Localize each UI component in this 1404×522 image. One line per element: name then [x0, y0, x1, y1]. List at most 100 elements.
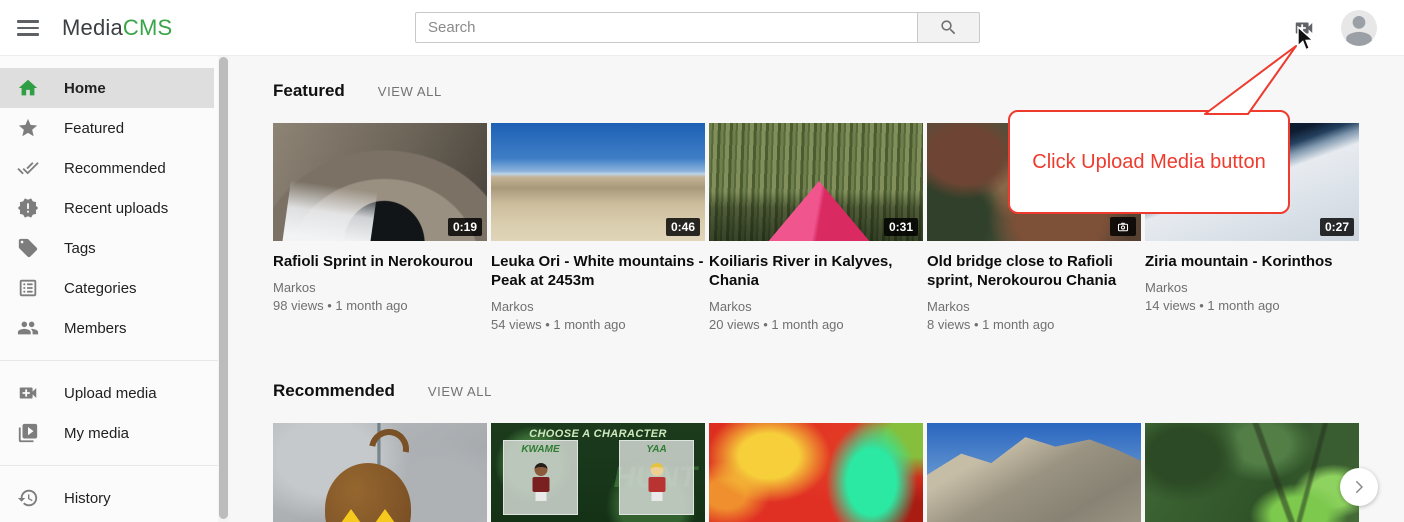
video-meta: 20 views • 1 month ago — [709, 316, 923, 334]
video-author[interactable]: Markos — [1145, 279, 1359, 297]
sidebar-item-label: Featured — [64, 120, 124, 137]
duration-badge: 0:46 — [666, 218, 700, 236]
sidebar-item-label: Recommended — [64, 160, 166, 177]
sidebar-item-label: Home — [64, 80, 106, 97]
menu-button[interactable] — [14, 15, 42, 41]
chevron-right-icon — [1350, 478, 1368, 496]
video-thumbnail-game[interactable]: CHOOSE A CHARACTER HUNT KWAME Selected Y… — [491, 423, 705, 522]
character-sprite — [648, 463, 665, 501]
video-card[interactable]: CHOOSE A CHARACTER HUNT KWAME Selected Y… — [491, 423, 705, 522]
hamburger-icon — [17, 20, 39, 23]
sidebar-item-featured[interactable]: Featured — [0, 108, 214, 148]
upload-media-icon — [17, 382, 39, 404]
video-meta: 98 views • 1 month ago — [273, 297, 487, 315]
video-card[interactable]: 0:31 Koiliaris River in Kalyves, Chania … — [709, 123, 923, 334]
person-icon — [1341, 10, 1377, 46]
sidebar-item-history[interactable]: History — [0, 478, 214, 518]
video-meta: 8 views • 1 month ago — [927, 316, 1141, 334]
members-icon — [17, 317, 39, 339]
new-releases-icon — [17, 197, 39, 219]
sidebar-item-label: History — [64, 490, 111, 507]
video-author[interactable]: Markos — [927, 298, 1141, 316]
sidebar-item-label: My media — [64, 425, 129, 442]
sidebar-item-categories[interactable]: Categories — [0, 268, 214, 308]
video-title[interactable]: Ziria mountain - Korinthos — [1145, 252, 1359, 271]
search-input[interactable] — [415, 12, 917, 43]
my-media-icon — [17, 422, 39, 444]
sidebar-item-label: Recent uploads — [64, 200, 168, 217]
magnifier-icon — [939, 18, 958, 37]
brand-prefix: Media — [62, 15, 123, 41]
carousel-next-button[interactable] — [1340, 468, 1378, 506]
sidebar-item-tags[interactable]: Tags — [0, 228, 214, 268]
section-title: Recommended — [273, 381, 395, 401]
video-thumbnail-waterfall[interactable]: 0:19 — [273, 123, 487, 241]
sidebar-item-members[interactable]: Members — [0, 308, 214, 348]
video-title[interactable]: Rafioli Sprint in Nerokourou — [273, 252, 487, 271]
mediacms-app: MediaCMS Home Featured Recommended — [0, 0, 1404, 522]
sidebar-item-recent-uploads[interactable]: Recent uploads — [0, 188, 214, 228]
recommended-view-all-link[interactable]: VIEW ALL — [428, 384, 492, 399]
featured-view-all-link[interactable]: VIEW ALL — [378, 84, 442, 99]
video-thumbnail-green-leaves[interactable] — [1145, 423, 1359, 522]
video-card[interactable]: 0:46 Leuka Ori - White mountains - Peak … — [491, 123, 705, 334]
game-character-panel: KWAME Selected — [503, 440, 578, 515]
sidebar-item-home[interactable]: Home — [0, 68, 214, 108]
video-author[interactable]: Markos — [491, 298, 705, 316]
recommended-row: CHOOSE A CHARACTER HUNT KWAME Selected Y… — [273, 423, 1359, 522]
tag-icon — [17, 237, 39, 259]
duration-badge: 0:27 — [1320, 218, 1354, 236]
video-author[interactable]: Markos — [273, 279, 487, 297]
duration-badge: 0:31 — [884, 218, 918, 236]
upload-media-button[interactable] — [1290, 17, 1318, 39]
duration-badge: 0:19 — [448, 218, 482, 236]
brand-suffix: CMS — [123, 15, 173, 41]
video-thumbnail-mountains[interactable]: 0:46 — [491, 123, 705, 241]
home-icon — [17, 77, 39, 99]
sidebar-scrollbar-thumb[interactable] — [219, 57, 228, 519]
search-button[interactable] — [917, 12, 980, 43]
sidebar-divider — [0, 465, 218, 466]
sidebar-item-label: Upload media — [64, 385, 157, 402]
sidebar-item-label: Members — [64, 320, 127, 337]
video-card[interactable] — [709, 423, 923, 522]
search-bar — [415, 12, 980, 43]
game-heading: CHOOSE A CHARACTER — [491, 428, 705, 440]
video-title[interactable]: Old bridge close to Rafioli sprint, Nero… — [927, 252, 1141, 290]
video-card[interactable]: 0:19 Rafioli Sprint in Nerokourou Markos… — [273, 123, 487, 334]
sidebar: Home Featured Recommended Recent uploads… — [0, 56, 218, 522]
categories-icon — [17, 277, 39, 299]
video-thumbnail-pumpkin[interactable] — [273, 423, 487, 522]
sidebar-divider — [0, 360, 218, 361]
video-author[interactable]: Markos — [709, 298, 923, 316]
character-sprite — [532, 463, 549, 501]
pumpkin — [325, 463, 411, 522]
sidebar-item-my-media[interactable]: My media — [0, 413, 214, 453]
video-title[interactable]: Leuka Ori - White mountains - Peak at 24… — [491, 252, 705, 290]
recommended-section-header: Recommended VIEW ALL — [273, 381, 492, 401]
video-thumbnail-color-blur[interactable] — [709, 423, 923, 522]
user-avatar-button[interactable] — [1341, 10, 1377, 46]
star-icon — [17, 117, 39, 139]
video-card[interactable] — [273, 423, 487, 522]
annotation-text: Click Upload Media button — [1032, 151, 1265, 174]
photo-badge — [1110, 217, 1136, 236]
section-title: Featured — [273, 81, 345, 101]
annotation-callout: Click Upload Media button — [1008, 110, 1290, 214]
camera-icon — [1116, 221, 1130, 233]
history-icon — [17, 487, 39, 509]
video-thumbnail-rocky-mountain[interactable] — [927, 423, 1141, 522]
brand-logo[interactable]: MediaCMS — [62, 0, 172, 56]
featured-section-header: Featured VIEW ALL — [273, 81, 442, 101]
sidebar-item-upload-media[interactable]: Upload media — [0, 373, 214, 413]
game-character-panel: YAA Select — [619, 440, 694, 515]
video-title[interactable]: Koiliaris River in Kalyves, Chania — [709, 252, 923, 290]
video-thumbnail-river-kayak[interactable]: 0:31 — [709, 123, 923, 241]
video-card[interactable] — [1145, 423, 1359, 522]
sidebar-item-label: Categories — [64, 280, 137, 297]
sidebar-scrollbar — [218, 56, 229, 522]
sidebar-item-recommended[interactable]: Recommended — [0, 148, 214, 188]
video-meta: 14 views • 1 month ago — [1145, 297, 1359, 315]
video-card[interactable] — [927, 423, 1141, 522]
top-bar: MediaCMS — [0, 0, 1404, 56]
